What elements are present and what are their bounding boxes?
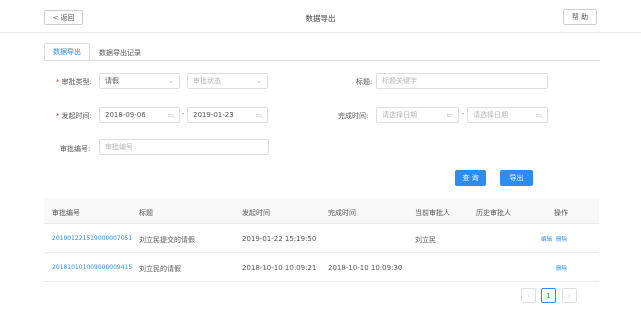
date-separator: - [462,110,465,118]
chevron-down-icon: ⌄ [168,77,174,85]
tab-export-records[interactable]: 数据导出记录 [90,43,150,61]
approval-no-placeholder: 审批编号 [105,143,133,151]
delete-link[interactable]: 删除 [556,235,567,243]
page-title: 数据导出 [305,14,336,23]
required-mark: * [56,78,60,86]
tab-bar: 数据导出 数据导出记录 [44,43,150,61]
date-separator: - [182,110,185,118]
column-header: 完成时间 [328,209,356,217]
chevron-down-icon: ⌄ [256,77,262,85]
approval-type-value: 请假 [105,77,119,85]
calendar-icon: ▭ [255,111,262,119]
approval-type-label: * 审批类型: [56,78,92,86]
approval-type-select[interactable]: 请假 ⌄ [99,73,180,89]
title-input[interactable]: 标题关键字 [376,73,548,89]
approval-status-placeholder: 审批状态 [193,77,221,85]
table-row: 201901221519000007051 刘立民提交的请假 2019-01-2… [44,224,599,253]
start-date-from-value: 2018-09-06 [105,111,146,119]
next-page-button[interactable]: › [562,288,577,303]
finish-date-to-placeholder: 请选择日期 [473,111,508,119]
title-placeholder: 标题关键字 [382,77,417,85]
row-title: 刘立民提交的请假 [139,236,195,244]
approval-no-link[interactable]: 201901221519000007051 [52,235,132,242]
title-label: 标题: [356,78,373,86]
calendar-icon: ▭ [446,111,453,119]
finish-date-from-input[interactable]: 请选择日期 ▭ [376,107,459,123]
column-header: 审批编号 [52,209,80,217]
top-bar: < 返回 数据导出 帮 助 [0,0,641,33]
column-header: 发起时间 [242,209,270,217]
row-start-time: 2018-10-10 10:09:21 [242,264,317,272]
column-header: 历史审批人 [476,209,511,217]
approval-status-select[interactable]: 审批状态 ⌄ [187,73,268,89]
page-1-button[interactable]: 1 [541,288,556,303]
edit-link[interactable]: 编辑 [541,235,552,243]
finish-date-from-placeholder: 请选择日期 [382,111,417,119]
column-header: 当前审批人 [415,209,450,217]
required-mark: * [56,112,60,120]
help-button[interactable]: 帮 助 [563,9,597,25]
finish-date-to-input[interactable]: 请选择日期 ▭ [467,107,548,123]
start-date-from-input[interactable]: 2018-09-06 ▭ [99,107,180,123]
column-header: 操作 [554,209,568,217]
table-row: 201810101009000009415 刘立民的请假 2018-10-10 … [44,253,599,282]
column-header: 标题 [139,209,153,217]
approval-no-input[interactable]: 审批编号 [99,139,269,155]
tab-divider [44,60,600,61]
approval-no-label: 审批编号: [60,145,91,153]
delete-link[interactable]: 删除 [556,264,567,272]
row-finish-time: 2018-10-10 10:09:30 [328,264,403,272]
calendar-icon: ▭ [535,111,542,119]
calendar-icon: ▭ [167,111,174,119]
row-title: 刘立民的请假 [139,265,181,273]
export-button[interactable]: 导出 [500,170,533,186]
start-date-to-value: 2019-01-23 [193,111,234,119]
table-header: 审批编号 标题 发起时间 完成时间 当前审批人 历史审批人 操作 [44,199,599,224]
row-current-approver: 刘立民 [415,236,436,244]
prev-page-button[interactable]: ‹ [521,288,536,303]
query-button[interactable]: 查 询 [455,170,486,186]
row-start-time: 2019-01-22 15:19:50 [242,235,317,243]
start-time-label: * 发起时间: [56,112,92,120]
start-date-to-input[interactable]: 2019-01-23 ▭ [187,107,268,123]
approval-no-link[interactable]: 201810101009000009415 [52,264,132,271]
finish-time-label: 完成时间: [338,112,369,120]
tab-data-export[interactable]: 数据导出 [44,43,90,61]
